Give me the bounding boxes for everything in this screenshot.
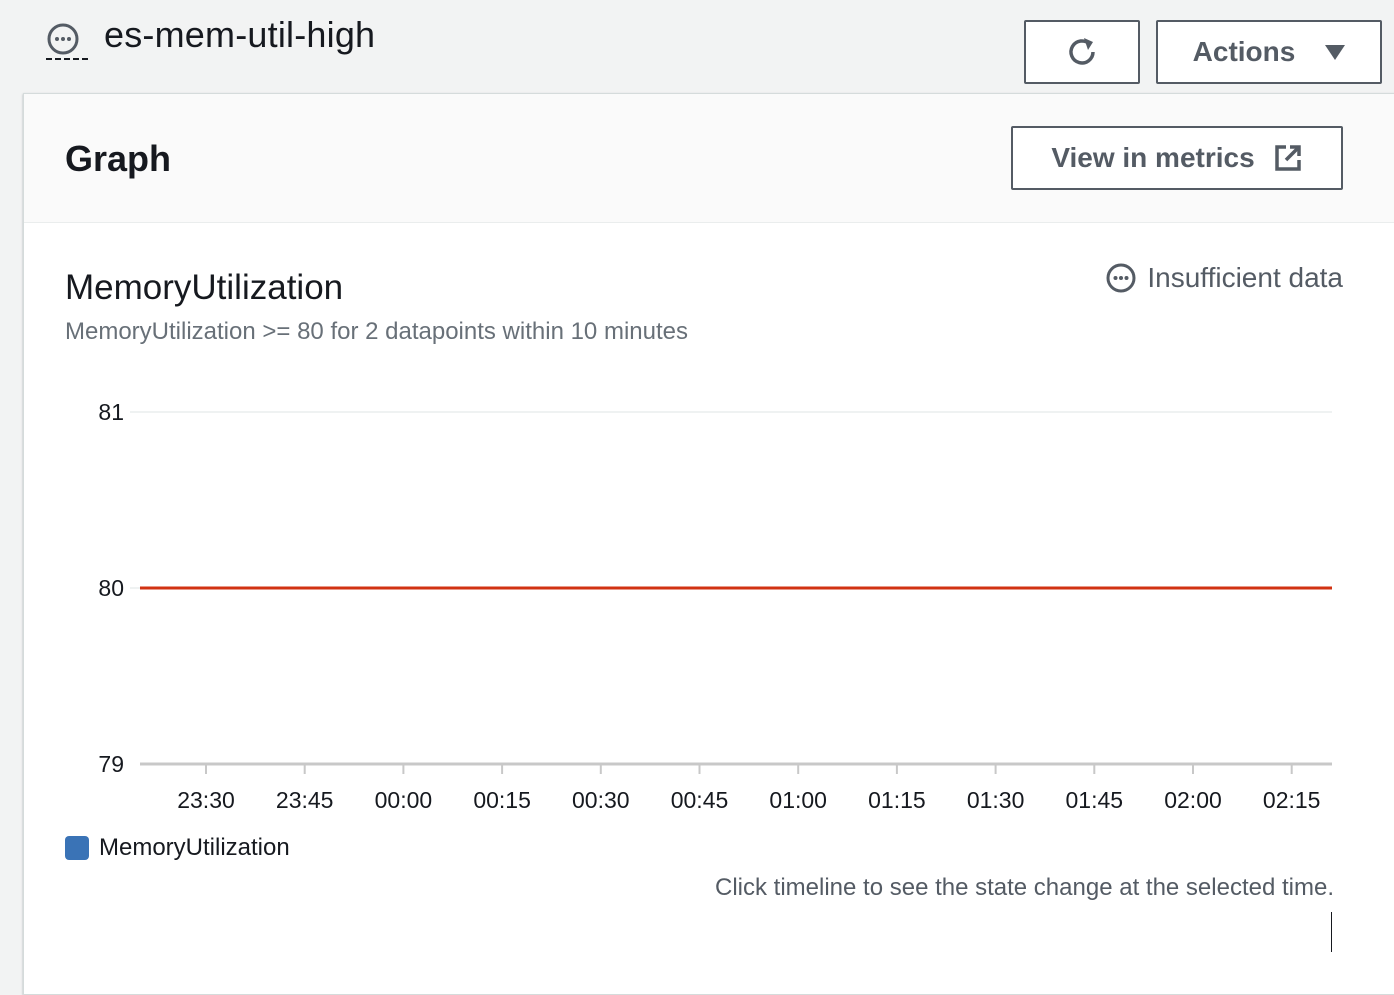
x-tick-label: 02:15	[1263, 787, 1321, 813]
x-tick-label: 02:00	[1164, 787, 1222, 813]
caret-down-icon	[1325, 44, 1346, 60]
timeline-hint: Click timeline to see the state change a…	[715, 874, 1334, 901]
actions-dropdown-button[interactable]: Actions	[1156, 20, 1382, 84]
x-tick-label: 01:30	[967, 787, 1025, 813]
alarm-state-icon	[46, 22, 88, 62]
x-tick-label: 00:15	[473, 787, 531, 813]
x-tick-label: 00:00	[375, 787, 433, 813]
graph-panel: Graph View in metrics MemoryUtilization …	[23, 93, 1394, 995]
x-tick-label: 01:45	[1066, 787, 1124, 813]
x-tick-label: 01:00	[769, 787, 827, 813]
refresh-button[interactable]	[1024, 20, 1140, 84]
y-tick-label: 80	[98, 575, 124, 601]
x-tick-label: 23:45	[276, 787, 334, 813]
legend-label: MemoryUtilization	[99, 834, 290, 861]
x-tick-label: 00:45	[671, 787, 729, 813]
page-title: es-mem-util-high	[104, 14, 376, 55]
timeline-cursor	[1331, 912, 1332, 952]
chart-legend[interactable]: MemoryUtilization	[65, 834, 290, 862]
x-tick-label: 00:30	[572, 787, 630, 813]
y-tick-label: 79	[98, 751, 124, 777]
metric-chart[interactable]: 81 80 79 23:30 23:45 00:00 00:15 00:30 00:45 01:0…	[24, 94, 1364, 834]
legend-swatch	[65, 836, 89, 860]
refresh-icon	[1069, 38, 1095, 65]
y-tick-label: 81	[98, 399, 124, 425]
actions-label: Actions	[1192, 36, 1296, 67]
x-tick-label: 23:30	[177, 787, 235, 813]
x-tick-label: 01:15	[868, 787, 926, 813]
